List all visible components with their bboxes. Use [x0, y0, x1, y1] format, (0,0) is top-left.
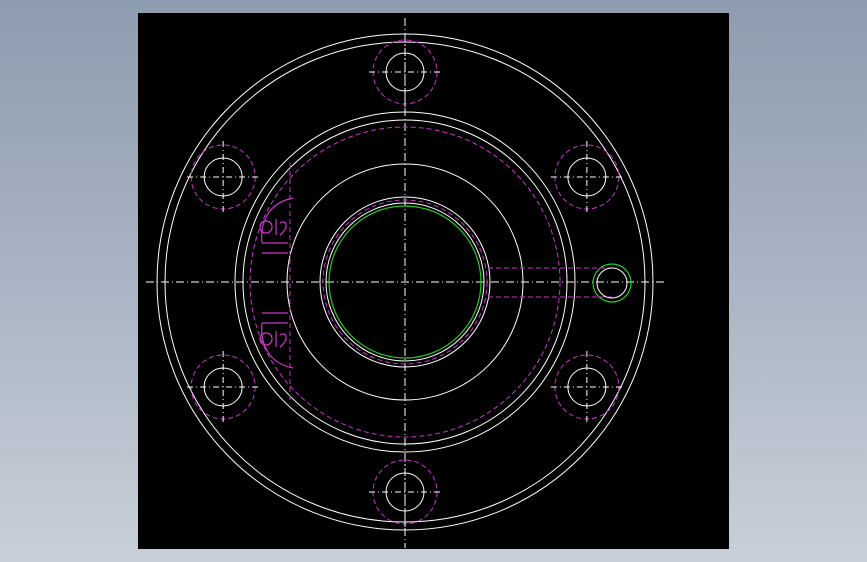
section-mark-top: [259, 219, 287, 236]
bolt-hole: [369, 456, 441, 528]
section-mark-bottom: [259, 331, 287, 348]
bolt-hole: [550, 141, 623, 213]
side-port-layer: [596, 267, 628, 299]
centerline-layer: [146, 18, 666, 548]
drawing-viewport[interactable]: [138, 13, 729, 549]
section-arc-bottom: [261, 312, 294, 369]
port-hole-circle: [596, 267, 628, 299]
flange-drawing: [146, 18, 666, 548]
section-arc-top: [261, 197, 294, 254]
bolt-hole: [187, 351, 260, 423]
port-highlight-circle: [592, 263, 632, 303]
section-mark-layer: [259, 197, 294, 369]
bolt-hole: [187, 141, 260, 213]
bolt-hole: [369, 36, 441, 108]
bolt-hole: [550, 351, 623, 423]
